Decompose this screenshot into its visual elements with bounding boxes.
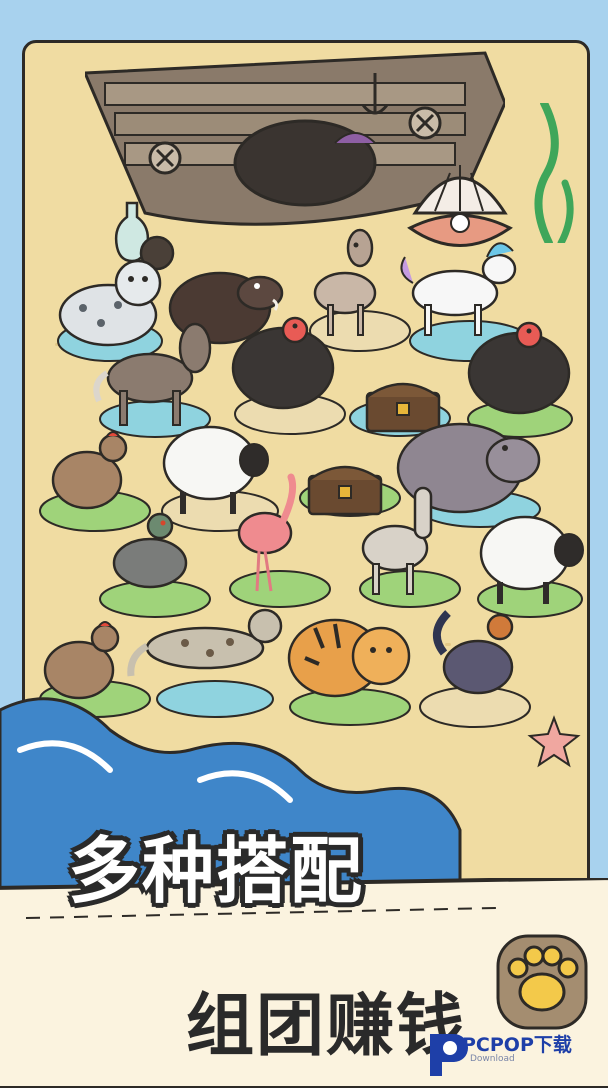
paw-icon [496, 934, 588, 1030]
turkey-animal[interactable] [225, 308, 345, 418]
alpaca-animal[interactable] [355, 478, 455, 598]
watermark-subtitle: Download [470, 1054, 515, 1064]
chicken-animal[interactable] [45, 428, 135, 518]
flamingo-animal[interactable] [235, 473, 315, 593]
turkey-animal[interactable] [463, 313, 578, 423]
sheep-animal[interactable] [477, 508, 587, 608]
watermark-brand: PCPOP下载 [462, 1034, 572, 1056]
title-line-1: 多种搭配 [68, 829, 365, 913]
pigeon-animal[interactable] [105, 508, 195, 598]
seaweed-decoration [534, 103, 574, 243]
horse-animal[interactable] [85, 313, 225, 433]
leopard-cat-animal[interactable] [125, 598, 295, 698]
